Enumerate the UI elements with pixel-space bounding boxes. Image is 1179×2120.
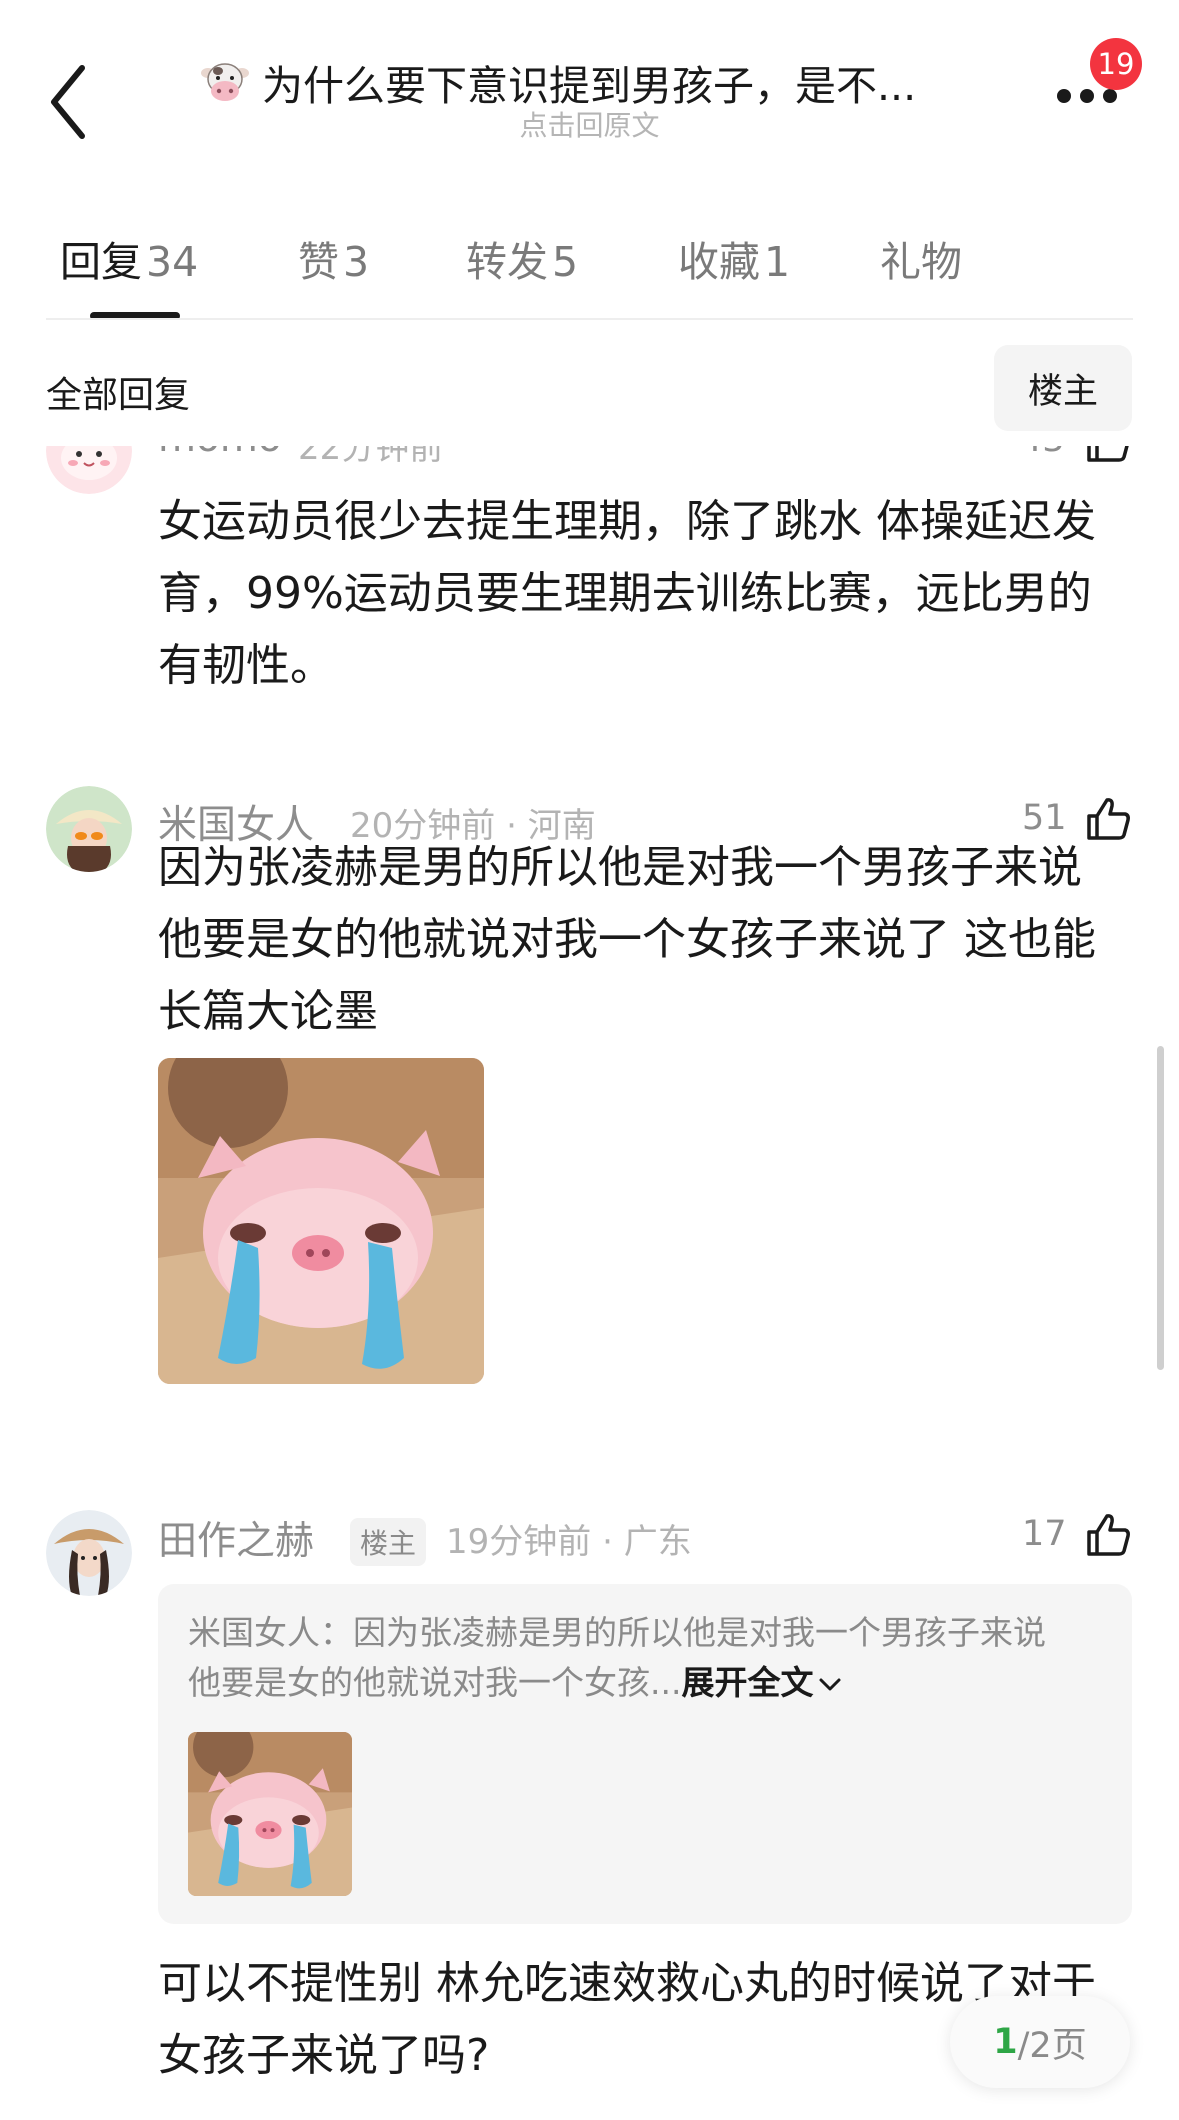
post-title[interactable]: 为什么要下意识提到男孩子，是不... <box>200 52 1000 112</box>
like-thumb-icon[interactable] <box>1083 1510 1133 1560</box>
quoted-text: 米国女人：因为张凌赫是男的所以他是对我一个男孩子来说 他要是女的他就说对我一个女… <box>188 1613 1046 1702</box>
comment-meta: 19分钟前 · 广东 <box>446 1522 692 1562</box>
comment-text: 因为张凌赫是男的所以他是对我一个男孩子来说 他要是女的他就说对我一个女孩子来说了… <box>158 842 1096 1037</box>
comment-username[interactable]: 田作之赫 <box>158 1510 314 1566</box>
comment-list[interactable]: momo 22分钟前 43 女运动员很少去提生理期，除了跳水 体操延迟发育，99… <box>0 446 1179 2120</box>
total-pages: /2页 <box>1017 2025 1087 2066</box>
tab-reposts[interactable]: 转发5 <box>466 228 578 288</box>
tab-likes[interactable]: 赞3 <box>298 228 369 288</box>
scrollbar[interactable] <box>1157 1046 1164 1370</box>
expand-full-text[interactable]: 展开全文 <box>681 1663 813 1702</box>
like-count: 17 <box>1022 1514 1067 1554</box>
quoted-comment[interactable]: 米国女人：因为张凌赫是男的所以他是对我一个男孩子来说 他要是女的他就说对我一个女… <box>158 1584 1132 1924</box>
tab-replies[interactable]: 回复34 <box>60 228 198 288</box>
tab-favorites[interactable]: 收藏1 <box>678 228 790 288</box>
comment-username[interactable]: momo <box>158 446 282 461</box>
tab-gifts[interactable]: 礼物 <box>880 228 962 288</box>
comment-time: 22分钟前 <box>298 446 444 468</box>
tabs-divider <box>46 318 1133 320</box>
notification-badge: 19 <box>1090 38 1142 90</box>
post-title-text: 为什么要下意识提到男孩子，是不... <box>262 62 917 110</box>
comment-text: 女运动员很少去提生理期，除了跳水 体操延迟发育，99%运动员要生理期去训练比赛，… <box>158 496 1096 691</box>
avatar[interactable] <box>46 446 132 494</box>
avatar[interactable] <box>46 1510 132 1596</box>
chevron-down-icon <box>819 1678 841 1690</box>
owner-only-button[interactable]: 楼主 <box>994 345 1132 431</box>
back-to-original-link[interactable]: 点击回原文 <box>0 104 1179 144</box>
crying-pig-sticker[interactable] <box>188 1732 352 1896</box>
owner-tag: 楼主 <box>350 1518 427 1566</box>
page-indicator[interactable]: 1/2页 <box>950 1996 1130 2088</box>
like-thumb-icon[interactable] <box>1083 446 1133 466</box>
comment-item[interactable]: momo 22分钟前 43 女运动员很少去提生理期，除了跳水 体操延迟发育，99… <box>0 446 1179 736</box>
avatar[interactable] <box>46 786 132 872</box>
current-page: 1 <box>993 2022 1018 2062</box>
all-replies-label: 全部回复 <box>46 375 191 416</box>
cow-emoji-icon <box>201 63 249 101</box>
like-count: 43 <box>1020 446 1065 460</box>
crying-pig-sticker[interactable] <box>158 1058 484 1384</box>
